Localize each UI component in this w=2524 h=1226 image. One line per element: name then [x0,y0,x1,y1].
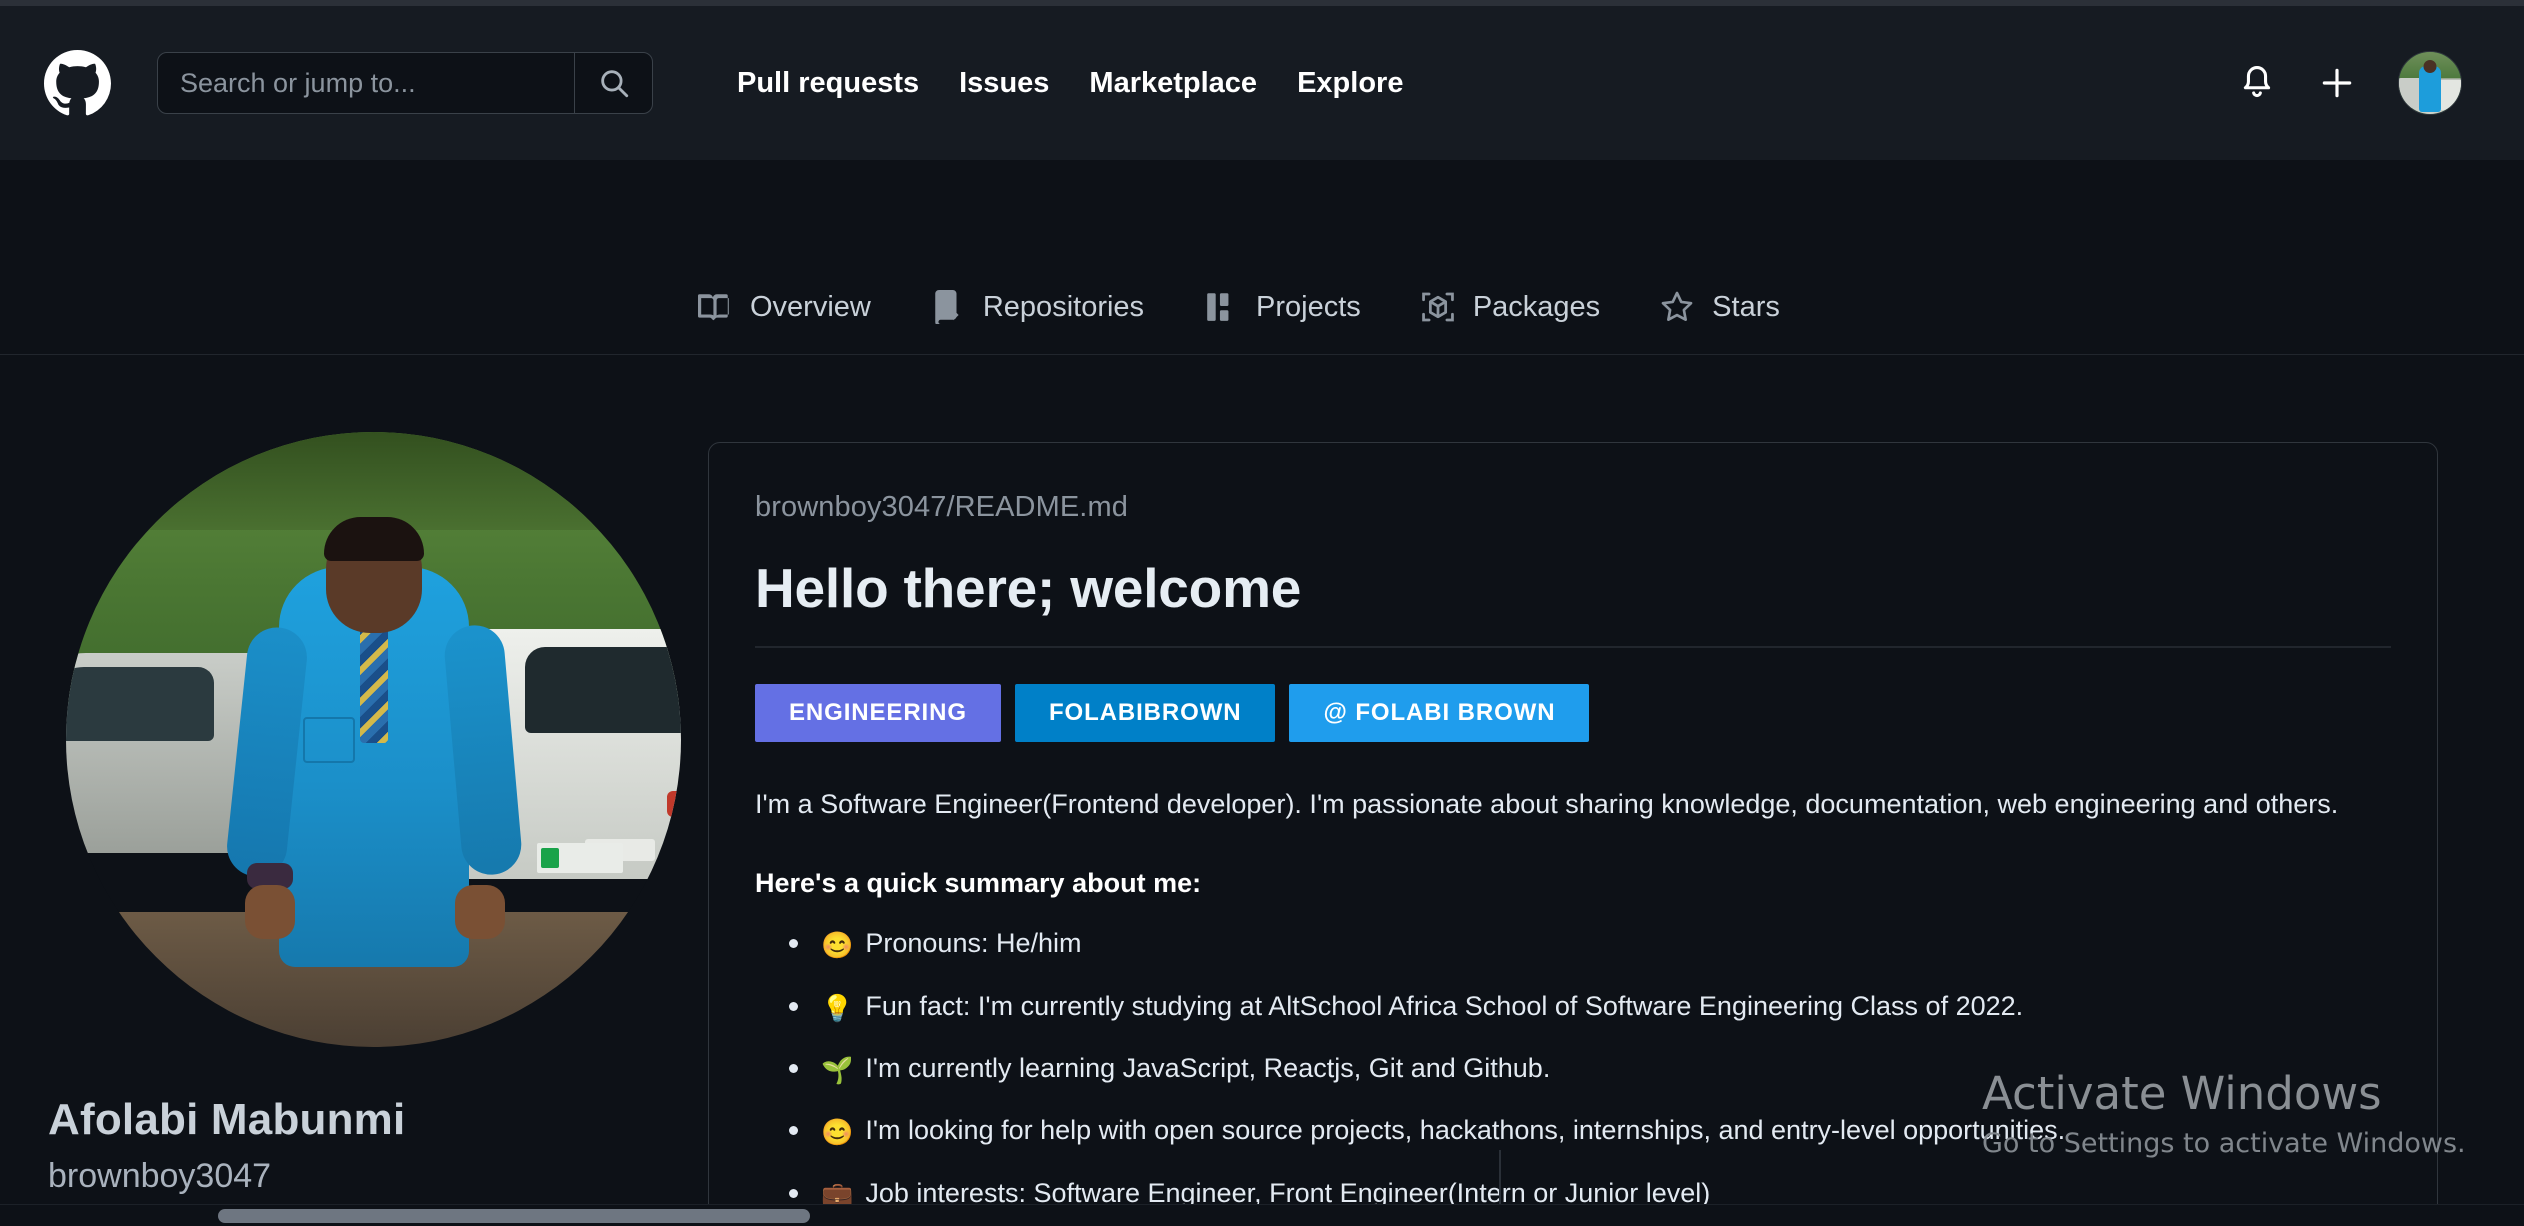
nav-item-issues[interactable]: Issues [939,67,1069,100]
global-header: Pull requests Issues Marketplace Explore [0,6,2524,160]
list-item-text: I'm looking for help with open source pr… [865,1115,2066,1146]
lightbulb-icon: 💡 [821,992,854,1023]
badge-engineering[interactable]: ENGINEERING [755,683,1001,742]
repo-icon [931,290,965,324]
readme-summary-heading: Here's a quick summary about me: [755,868,1202,899]
smile-icon: 😊 [821,1117,854,1148]
list-item-text: Pronouns: He/him [865,928,1082,959]
seedling-icon: 🌱 [821,1054,854,1085]
book-icon [698,290,732,324]
smile-icon: 😊 [821,930,854,961]
readme-path[interactable]: brownboy3047/README.md [755,491,2391,524]
horizontal-scrollbar[interactable] [0,1204,2524,1226]
page-title: Afolabi Mabunmi [48,1095,406,1144]
star-icon [1660,290,1694,324]
github-profile-page: Pull requests Issues Marketplace Explore [0,0,2524,1226]
profile-photo[interactable] [66,432,681,1047]
tab-projects-label: Projects [1256,290,1361,323]
profile-tabbar: Overview Repositories Projects Packages … [0,160,2524,355]
tab-repositories-label: Repositories [982,290,1145,323]
global-nav: Pull requests Issues Marketplace Explore [717,67,1423,100]
profile-sidebar: Afolabi Mabunmi brownboy3047 [48,420,681,1197]
list-item: 😊 Pronouns: He/him [789,925,2391,963]
nav-item-marketplace[interactable]: Marketplace [1069,67,1277,100]
badge-row: ENGINEERING FOLABIBROWN @ FOLABI BROWN [755,683,2391,742]
global-search[interactable] [157,52,653,114]
plus-icon[interactable] [2318,64,2356,102]
scrollbar-thumb[interactable] [218,1209,810,1223]
tab-packages-label: Packages [1472,290,1601,323]
divider [755,646,2391,648]
badge-folabi-brown[interactable]: @ FOLABI BROWN [1289,683,1590,742]
readme-bullet-list: 😊 Pronouns: He/him 💡 Fun fact: I'm current… [755,925,2391,1213]
list-item: 💡 Fun fact: I'm currently studying at Alt… [789,988,2391,1026]
tab-overview-label: Overview [750,290,871,323]
project-icon [1204,290,1238,324]
tab-projects[interactable]: Projects [1174,290,1391,354]
list-item-text: I'm currently learning JavaScript, React… [865,1052,1551,1083]
list-item: 🌱 I'm currently learning JavaScript, Reac… [789,1050,2391,1088]
tab-overview[interactable]: Overview [668,290,901,354]
list-item: 😊 I'm looking for help with open source p… [789,1112,2391,1150]
list-item-text: Fun fact: I'm currently studying at AltS… [865,990,2024,1021]
tab-stars[interactable]: Stars [1630,290,1810,354]
profile-readme-card: brownboy3047/README.md Hello there; welc… [708,442,2438,1226]
search-input[interactable] [158,53,574,113]
avatar[interactable] [2398,51,2462,115]
tab-repositories[interactable]: Repositories [901,290,1174,354]
bell-icon[interactable] [2238,62,2276,104]
readme-title: Hello there; welcome [755,557,1302,619]
readme-card-edge [1499,1150,1501,1210]
search-icon[interactable] [574,53,652,113]
badge-folabibrown[interactable]: FOLABIBROWN [1014,683,1276,742]
profile-login: brownboy3047 [48,1157,272,1196]
nav-item-pull-requests[interactable]: Pull requests [717,67,939,100]
github-mark-icon[interactable] [44,49,111,117]
header-actions [2238,51,2484,115]
package-icon [1421,290,1455,324]
nav-item-explore[interactable]: Explore [1277,67,1423,100]
tab-packages[interactable]: Packages [1391,290,1630,354]
tab-stars-label: Stars [1712,290,1780,323]
readme-intro: I'm a Software Engineer(Frontend develop… [755,788,2339,819]
